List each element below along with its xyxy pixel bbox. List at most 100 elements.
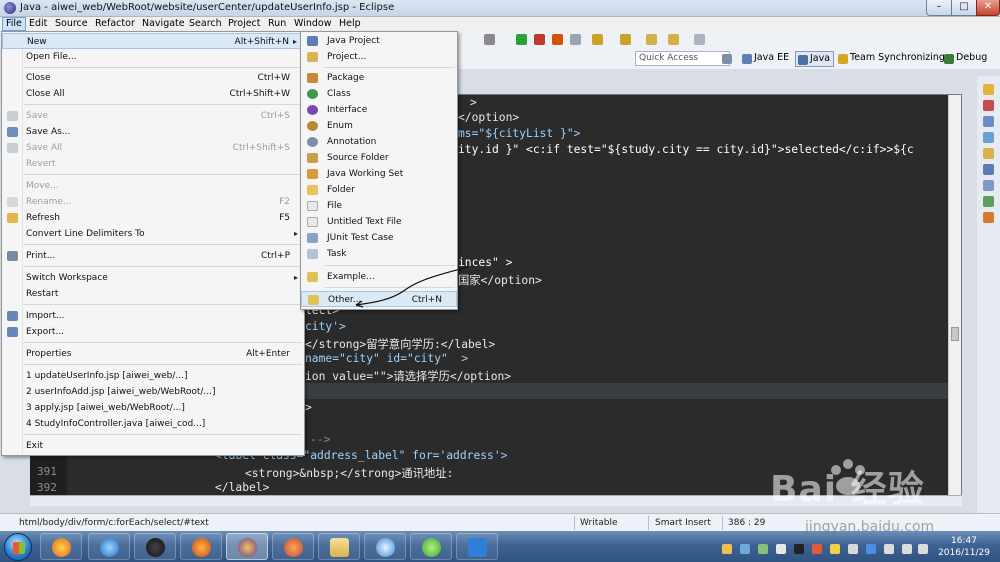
taskbar-app-1[interactable] xyxy=(40,533,82,560)
code-line[interactable]: </label> xyxy=(215,481,269,494)
new-enum[interactable]: Enum xyxy=(301,118,457,134)
file-menu-save[interactable]: Save Ctrl+S xyxy=(2,108,304,124)
tray-icon[interactable] xyxy=(830,544,840,554)
power-icon[interactable] xyxy=(918,544,928,554)
tray-icon[interactable] xyxy=(722,544,732,554)
file-menu-save-as[interactable]: Save As... xyxy=(2,124,304,140)
open-perspective-button[interactable] xyxy=(720,51,737,67)
debug-icon[interactable] xyxy=(552,34,563,45)
menu-navigate[interactable]: Navigate xyxy=(139,17,188,31)
menu-search[interactable]: Search xyxy=(186,17,225,31)
new-annotation[interactable]: Annotation xyxy=(301,134,457,150)
scrollbar-thumb[interactable] xyxy=(951,327,959,341)
volume-icon[interactable] xyxy=(902,544,912,554)
file-menu-save-all[interactable]: Save All Ctrl+Shift+S xyxy=(2,140,304,156)
code-line[interactable]: > xyxy=(470,96,477,109)
tray-icon[interactable] xyxy=(812,544,822,554)
menu-project[interactable]: Project xyxy=(225,17,264,31)
code-line[interactable]: ity.id }" <c:if test="${study.city == ci… xyxy=(458,143,914,156)
run-icon[interactable] xyxy=(516,34,527,45)
perspective-debug[interactable]: Debug xyxy=(942,51,990,67)
menu-run[interactable]: Run xyxy=(265,17,289,31)
next-icon[interactable] xyxy=(694,34,705,45)
file-menu-open-file[interactable]: Open File... xyxy=(2,49,304,65)
bluetooth-icon[interactable] xyxy=(866,544,876,554)
tool-icon[interactable] xyxy=(570,34,581,45)
search-view-icon[interactable] xyxy=(983,196,994,207)
minimize-button[interactable]: – xyxy=(926,0,952,16)
taskbar-app-6[interactable] xyxy=(272,533,314,560)
search-icon[interactable] xyxy=(592,34,603,45)
editor-scrollbar[interactable] xyxy=(948,95,961,495)
file-menu-move[interactable]: Move... xyxy=(2,178,304,194)
code-line[interactable]: name="city" id="city" > xyxy=(305,352,468,365)
code-line[interactable]: ms="${cityList }"> xyxy=(458,127,580,140)
file-menu-print[interactable]: Print... Ctrl+P xyxy=(2,248,304,264)
console-icon[interactable] xyxy=(983,164,994,175)
back-icon[interactable] xyxy=(646,34,657,45)
recent-file-item[interactable]: 2 userInfoAdd.jsp [aiwei_web/WebRoot/...… xyxy=(2,384,304,400)
history-icon[interactable] xyxy=(983,212,994,223)
file-menu-properties[interactable]: Properties Alt+Enter xyxy=(2,346,304,362)
new-java-working-set[interactable]: Java Working Set xyxy=(301,166,457,182)
file-menu-revert[interactable]: Revert xyxy=(2,156,304,172)
javadoc-icon[interactable] xyxy=(983,132,994,143)
menu-file[interactable]: File xyxy=(2,17,26,31)
taskbar-clock[interactable]: 16:47 2016/11/29 xyxy=(932,535,996,559)
outline-icon[interactable] xyxy=(983,84,994,95)
close-button[interactable]: ✕ xyxy=(976,0,1000,16)
file-menu-close-all[interactable]: Close All Ctrl+Shift+W xyxy=(2,86,304,102)
recent-file-item[interactable]: 3 apply.jsp [aiwei_web/WebRoot/...] xyxy=(2,400,304,416)
file-menu-export[interactable]: Export... xyxy=(2,324,304,340)
recent-file-item[interactable]: 1 updateUserInfo.jsp [aiwei_web/...] xyxy=(2,368,304,384)
new-untitled-text-file[interactable]: Untitled Text File xyxy=(301,214,457,230)
quick-access-input[interactable]: Quick Access xyxy=(635,51,730,66)
new-source-folder[interactable]: Source Folder xyxy=(301,150,457,166)
new-interface[interactable]: Interface xyxy=(301,102,457,118)
taskbar-explorer[interactable] xyxy=(318,533,360,560)
new-junit-test-case[interactable]: JUnit Test Case xyxy=(301,230,457,246)
tray-icon[interactable] xyxy=(776,544,786,554)
menu-edit[interactable]: Edit xyxy=(26,17,50,31)
file-menu-switch-workspace[interactable]: Switch Workspace ▸ xyxy=(2,270,304,286)
taskbar-app-9[interactable] xyxy=(410,533,452,560)
problems-icon[interactable] xyxy=(983,116,994,127)
file-menu-convert-line-delimiters[interactable]: Convert Line Delimiters To ▸ xyxy=(2,226,304,242)
forward-icon[interactable] xyxy=(668,34,679,45)
code-line[interactable]: </strong>留学意向学历:</label> xyxy=(305,336,495,352)
perspective-java[interactable]: Java xyxy=(795,51,835,67)
new-package[interactable]: Package xyxy=(301,70,457,86)
maximize-button[interactable]: □ xyxy=(951,0,977,16)
new-file[interactable]: File xyxy=(301,198,457,214)
code-line[interactable]: > xyxy=(305,401,312,414)
menu-help[interactable]: Help xyxy=(336,17,364,31)
menu-refactor[interactable]: Refactor xyxy=(92,17,138,31)
declaration-icon[interactable] xyxy=(983,148,994,159)
new-folder[interactable]: Folder xyxy=(301,182,457,198)
file-menu-import[interactable]: Import... xyxy=(2,308,304,324)
file-menu-rename[interactable]: Rename... F2 xyxy=(2,194,304,210)
annotation-icon[interactable] xyxy=(620,34,631,45)
tray-icon[interactable] xyxy=(758,544,768,554)
taskbar-qq[interactable] xyxy=(134,533,176,560)
taskbar-eclipse[interactable] xyxy=(226,533,268,560)
code-line[interactable]: 国家</option> xyxy=(458,272,542,288)
code-line[interactable]: <strong>&nbsp;</strong>通讯地址: xyxy=(245,465,453,481)
code-line[interactable]: city'> xyxy=(305,320,346,333)
perspective-java-ee[interactable]: Java EE xyxy=(740,51,792,67)
menu-source[interactable]: Source xyxy=(52,17,91,31)
file-menu-restart[interactable]: Restart xyxy=(2,286,304,302)
new-task[interactable]: Task xyxy=(301,246,457,262)
servers-icon[interactable] xyxy=(983,180,994,191)
tray-icon[interactable] xyxy=(740,544,750,554)
code-line[interactable]: --> xyxy=(310,433,330,446)
taskbar-firefox[interactable] xyxy=(180,533,222,560)
build-icon[interactable] xyxy=(484,34,495,45)
new-java-project[interactable]: Java Project xyxy=(301,33,457,49)
taskbar-wps[interactable] xyxy=(456,533,498,560)
code-line[interactable]: </option> xyxy=(458,111,519,124)
tray-icon[interactable] xyxy=(848,544,858,554)
stop-icon[interactable] xyxy=(534,34,545,45)
menu-window[interactable]: Window xyxy=(291,17,334,31)
taskbar-baidu-disk[interactable] xyxy=(364,533,406,560)
